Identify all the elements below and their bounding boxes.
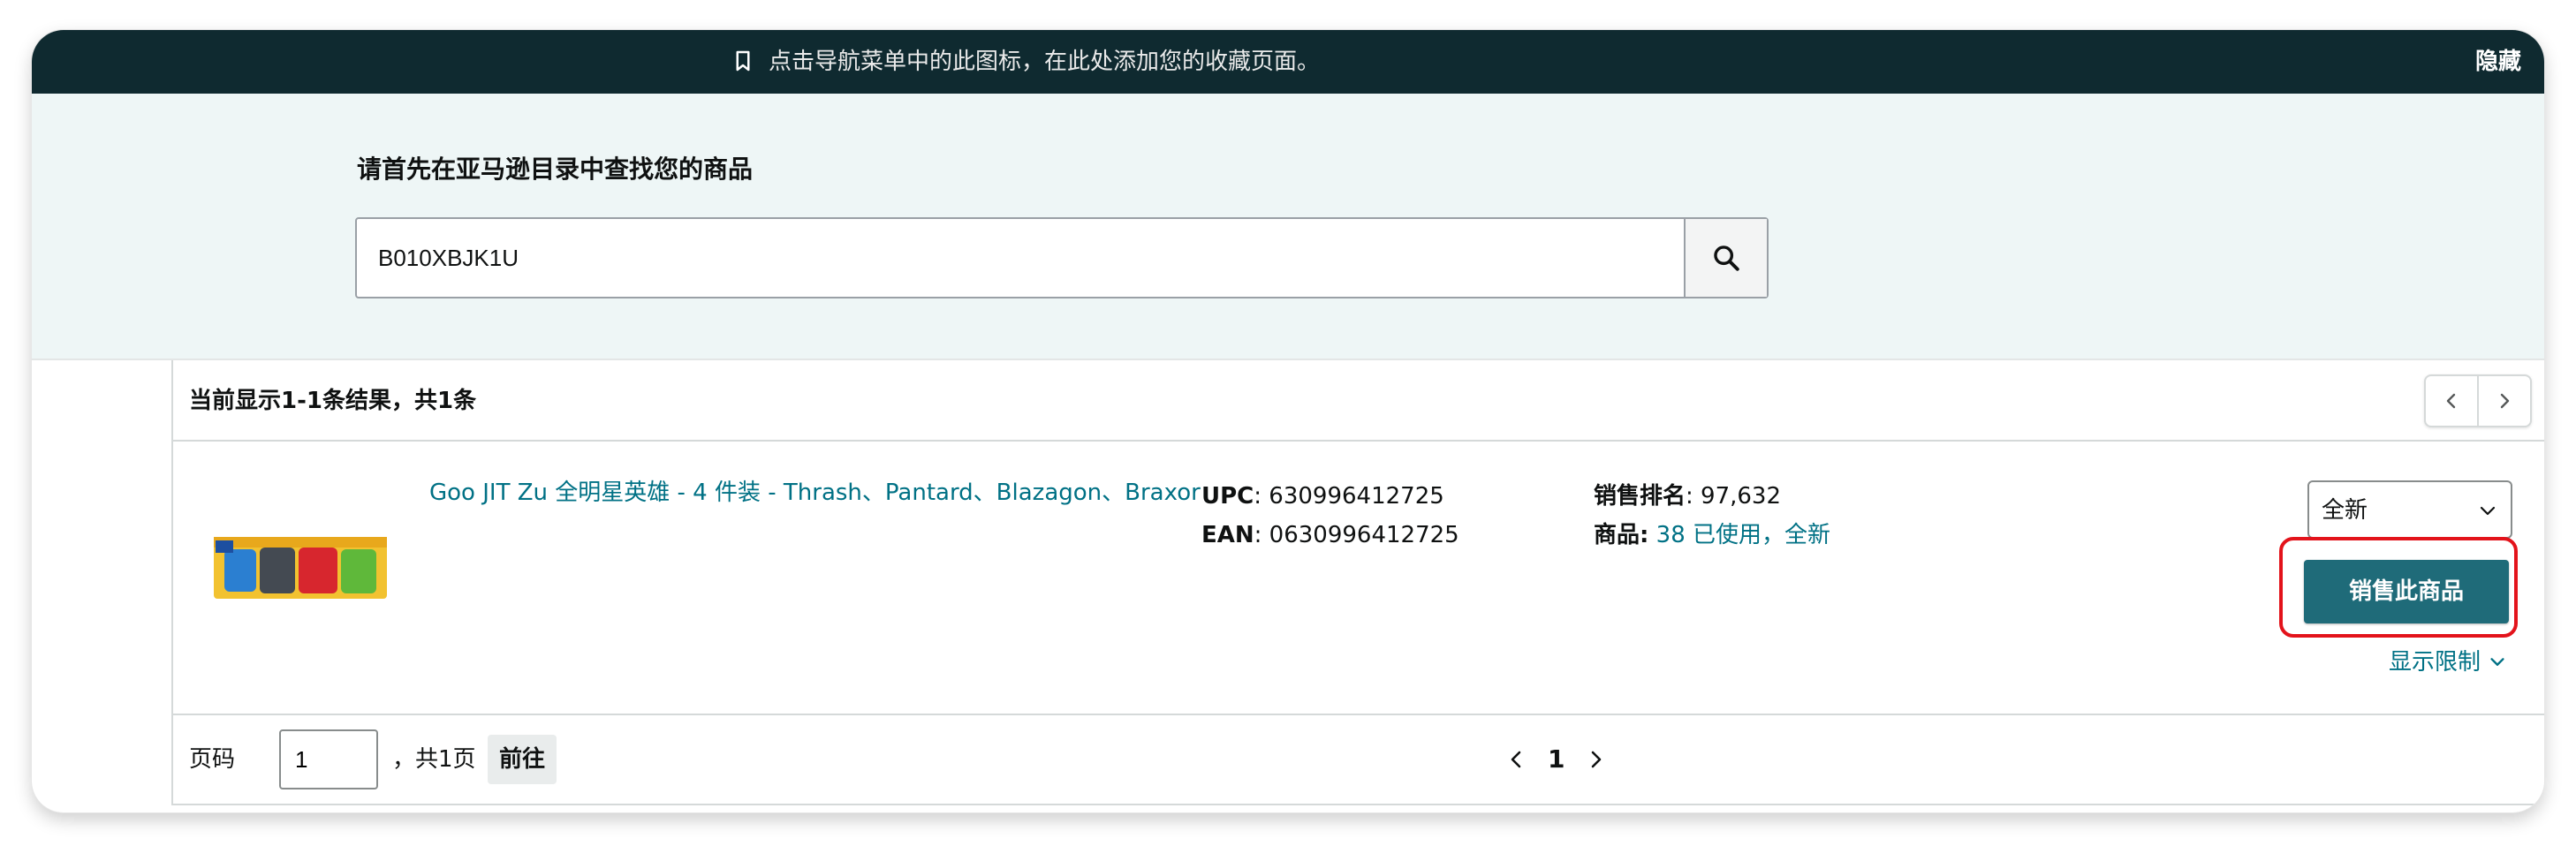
chevron-down-icon xyxy=(2480,506,2496,516)
page-footer xyxy=(32,805,2544,812)
condition-select[interactable]: 全新 xyxy=(2307,480,2512,539)
upc-label: UPC xyxy=(1201,483,1254,510)
hide-banner-button[interactable]: 隐藏 xyxy=(2475,46,2521,78)
product-thumbnail[interactable] xyxy=(212,530,389,604)
results-header: 当前显示1-1条结果，共1条 xyxy=(173,360,2544,442)
search-input[interactable] xyxy=(357,219,1670,297)
search-box xyxy=(355,217,1769,298)
banner-message: 点击导航菜单中的此图标，在此处添加您的收藏页面。 xyxy=(769,49,1321,75)
page-number-input[interactable] xyxy=(279,729,378,789)
previous-page-button[interactable] xyxy=(2426,376,2477,426)
page-prev-button[interactable] xyxy=(1507,749,1525,770)
chevron-right-icon xyxy=(1592,751,1602,768)
product-stats: 销售排名: 97,632 商品: 38 已使用，全新 xyxy=(1594,477,1830,555)
result-row: Goo JIT Zu 全明星英雄 - 4 件装 - Thrash、Pantard… xyxy=(173,442,2544,715)
sales-rank-line: 销售排名: 97,632 xyxy=(1594,477,1830,516)
product-codes: UPC: 630996412725 EAN: 0630996412725 xyxy=(1201,477,1459,555)
results-summary: 当前显示1-1条结果，共1条 xyxy=(189,388,477,414)
offers-label: 商品: xyxy=(1594,522,1649,548)
go-button[interactable]: 前往 xyxy=(488,735,557,784)
bookmark-icon xyxy=(736,50,750,72)
chevron-left-icon xyxy=(1511,751,1521,768)
product-title-link[interactable]: Goo JIT Zu 全明星英雄 - 4 件装 - Thrash、Pantard… xyxy=(429,477,1201,509)
page-navigation: 1 xyxy=(1507,736,1605,782)
chevron-right-icon xyxy=(2500,393,2510,409)
search-title: 请首先在亚马逊目录中查找您的商品 xyxy=(357,155,754,184)
results-pager xyxy=(2424,374,2532,427)
current-page-number[interactable]: 1 xyxy=(1548,736,1565,782)
pagination-bar: 页码 ，共1页 前往 1 xyxy=(173,715,2544,805)
chevron-down-icon xyxy=(2490,658,2504,666)
chevron-left-icon xyxy=(2446,393,2456,409)
search-icon xyxy=(1714,245,1739,271)
offers-line: 商品: 38 已使用，全新 xyxy=(1594,516,1830,555)
favorites-banner: 点击导航菜单中的此图标，在此处添加您的收藏页面。 隐藏 xyxy=(32,30,2544,94)
sales-rank-value: : 97,632 xyxy=(1686,483,1782,510)
results-panel: 当前显示1-1条结果，共1条 Goo JIT Zu 全明星英雄 - 4 件装 -… xyxy=(171,360,2544,805)
ean-line: EAN: 0630996412725 xyxy=(1201,516,1459,555)
show-restrictions-link[interactable]: 显示限制 xyxy=(2389,646,2507,678)
next-page-button[interactable] xyxy=(2477,376,2530,426)
ean-value: : 0630996412725 xyxy=(1254,522,1459,548)
condition-value: 全新 xyxy=(2322,497,2368,524)
sell-this-product-button[interactable]: 销售此商品 xyxy=(2304,560,2509,623)
app-window: 点击导航菜单中的此图标，在此处添加您的收藏页面。 隐藏 请首先在亚马逊目录中查找… xyxy=(32,30,2544,812)
page-total: ，共1页 xyxy=(392,746,476,773)
sales-rank-label: 销售排名 xyxy=(1594,483,1686,510)
catalog-search-section: 请首先在亚马逊目录中查找您的商品 xyxy=(32,94,2544,360)
page-next-button[interactable] xyxy=(1587,749,1605,770)
offers-link[interactable]: 38 已使用，全新 xyxy=(1656,522,1830,548)
ean-label: EAN xyxy=(1201,522,1254,548)
search-button[interactable] xyxy=(1684,219,1767,297)
upc-value: : 630996412725 xyxy=(1254,483,1444,510)
show-restrictions-label: 显示限制 xyxy=(2388,649,2481,676)
page-number-label: 页码 xyxy=(189,746,236,773)
upc-line: UPC: 630996412725 xyxy=(1201,477,1459,516)
